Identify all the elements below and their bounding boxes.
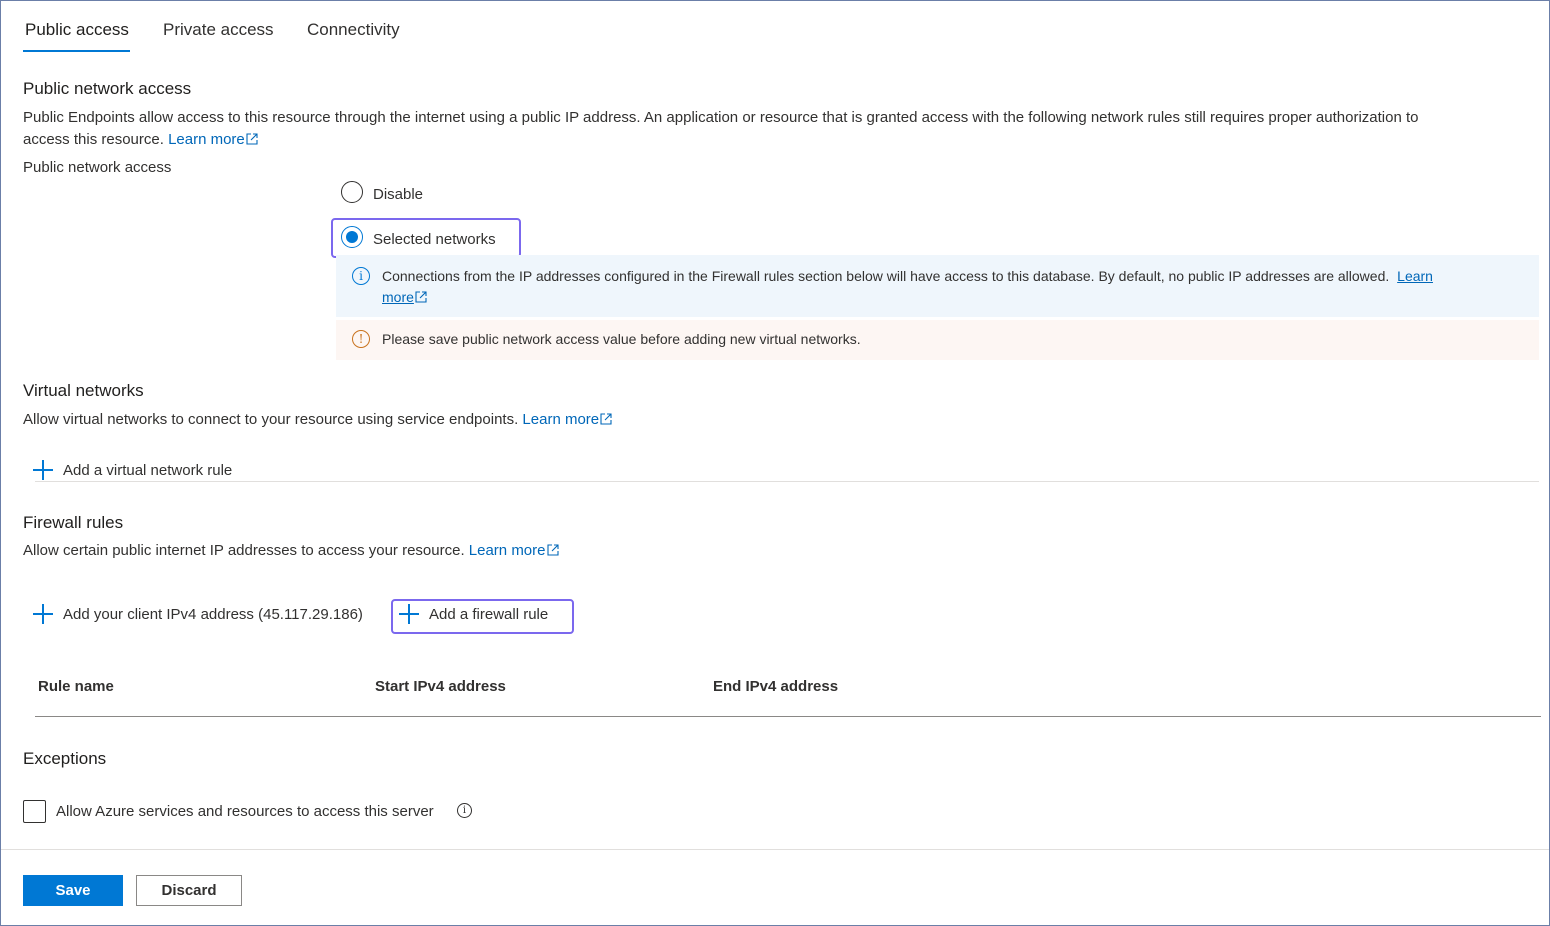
info-icon: i (352, 267, 370, 285)
warning-icon: ! (352, 330, 370, 348)
external-link-icon (246, 133, 258, 145)
firewall-rules-heading: Firewall rules (23, 513, 124, 532)
public-network-access-field-label: Public network access (23, 159, 172, 176)
add-client-ip-button[interactable]: Add your client IPv4 address (45.117.29.… (63, 606, 363, 623)
add-firewall-rule-plus-icon (399, 604, 419, 624)
column-header-rule-name: Rule name (38, 678, 114, 695)
table-header-divider (35, 716, 1541, 717)
add-client-ip-plus-icon (33, 604, 53, 624)
virtual-networks-learn-more-link[interactable]: Learn more (522, 411, 612, 428)
info-learn-more-link[interactable]: more (382, 289, 427, 305)
add-virtual-network-plus-icon (33, 460, 53, 480)
column-header-end-ipv4: End IPv4 address (713, 678, 839, 695)
exceptions-heading: Exceptions (23, 749, 107, 768)
active-tab-indicator (23, 50, 130, 52)
info-banner-text: Connections from the IP addresses config… (382, 268, 1433, 284)
public-access-description-line2: access this resource. Learn more (23, 131, 258, 148)
warning-banner-text: Please save public network access value … (382, 331, 861, 347)
firewall-learn-more-link[interactable]: Learn more (469, 542, 559, 559)
public-access-description-line1: Public Endpoints allow access to this re… (23, 109, 1419, 126)
allow-azure-services-label[interactable]: Allow Azure services and resources to ac… (56, 803, 434, 820)
info-banner (336, 255, 1539, 317)
radio-disable[interactable] (341, 181, 363, 203)
public-access-learn-more-link[interactable]: Learn more (168, 131, 258, 148)
save-button[interactable]: Save (23, 875, 123, 906)
public-access-description-text: access this resource. (23, 131, 164, 148)
radio-disable-label[interactable]: Disable (373, 186, 423, 203)
add-virtual-network-rule-button[interactable]: Add a virtual network rule (63, 462, 232, 479)
tab-private-access[interactable]: Private access (163, 20, 274, 40)
virtual-networks-divider (35, 481, 1539, 482)
external-link-icon (546, 544, 559, 556)
allow-azure-services-checkbox[interactable] (23, 800, 46, 823)
info-learn-link-part1[interactable]: Learn (1397, 268, 1433, 284)
radio-selected-networks-label[interactable]: Selected networks (373, 231, 496, 248)
info-tooltip-icon[interactable]: i (457, 803, 472, 818)
virtual-networks-description: Allow virtual networks to connect to you… (23, 411, 612, 428)
public-network-access-heading: Public network access (23, 79, 192, 98)
discard-button[interactable]: Discard (136, 875, 242, 906)
footer-divider (1, 849, 1549, 850)
firewall-rules-description: Allow certain public internet IP address… (23, 542, 559, 559)
external-link-icon (600, 413, 612, 425)
add-firewall-rule-button[interactable]: Add a firewall rule (429, 606, 548, 623)
tab-connectivity[interactable]: Connectivity (307, 20, 400, 40)
external-link-icon (415, 291, 427, 303)
tab-public-access[interactable]: Public access (25, 20, 129, 40)
radio-selected-networks[interactable] (341, 226, 363, 248)
virtual-networks-heading: Virtual networks (23, 381, 144, 400)
column-header-start-ipv4: Start IPv4 address (375, 678, 506, 695)
